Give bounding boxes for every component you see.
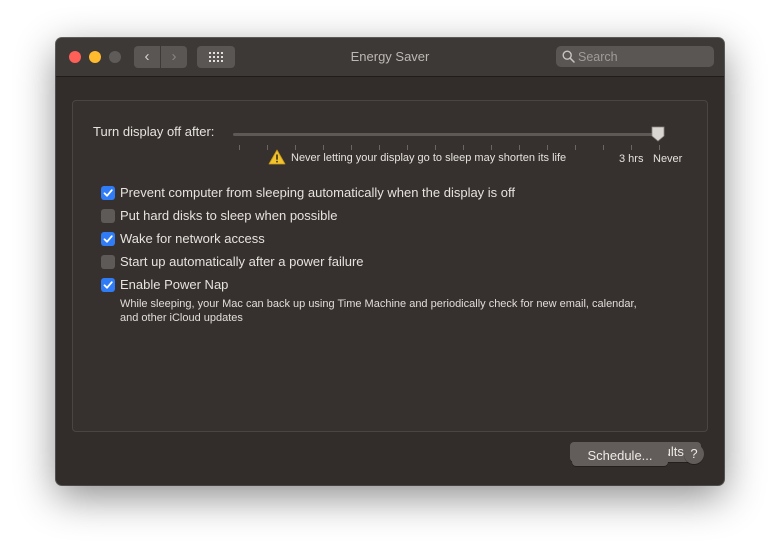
slider-label-never: Never: [653, 153, 683, 165]
display-sleep-label: Turn display off after:: [93, 124, 215, 139]
search-icon: [562, 50, 575, 63]
sleep-warning-text: Never letting your display go to sleep m…: [291, 152, 567, 164]
checkbox-unchecked[interactable]: [101, 209, 115, 223]
checkbox-checked[interactable]: [101, 186, 115, 200]
search-field[interactable]: [556, 46, 714, 67]
checkmark-icon: [103, 235, 113, 243]
checkbox-unchecked[interactable]: [101, 255, 115, 269]
slider-label-3hrs: 3 hrs: [619, 153, 644, 165]
slider-knob[interactable]: [651, 126, 665, 142]
help-button[interactable]: ?: [684, 444, 704, 464]
option-label: Start up automatically after a power fai…: [120, 254, 364, 269]
settings-panel: Turn display off after: Never letting yo…: [72, 100, 708, 462]
display-sleep-slider[interactable]: [233, 133, 661, 136]
checkmark-icon: [103, 189, 113, 197]
warning-icon: [268, 149, 286, 165]
schedule-button[interactable]: Schedule...: [572, 446, 668, 466]
power-nap-description: While sleeping, your Mac can back up usi…: [120, 298, 637, 324]
option-label: Wake for network access: [120, 231, 265, 246]
checkmark-icon: [103, 281, 113, 289]
search-input[interactable]: [578, 48, 708, 65]
checkbox-checked[interactable]: [101, 278, 115, 292]
slider-ticks: [239, 145, 663, 150]
option-label: Put hard disks to sleep when possible: [120, 208, 338, 223]
titlebar: ‹ › Energy Saver: [56, 38, 724, 77]
checkbox-checked[interactable]: [101, 232, 115, 246]
energy-saver-window: ‹ › Energy Saver Turn display off after:: [56, 38, 724, 485]
option-label: Enable Power Nap: [120, 277, 229, 292]
option-label: Prevent computer from sleeping automatic…: [120, 185, 516, 200]
